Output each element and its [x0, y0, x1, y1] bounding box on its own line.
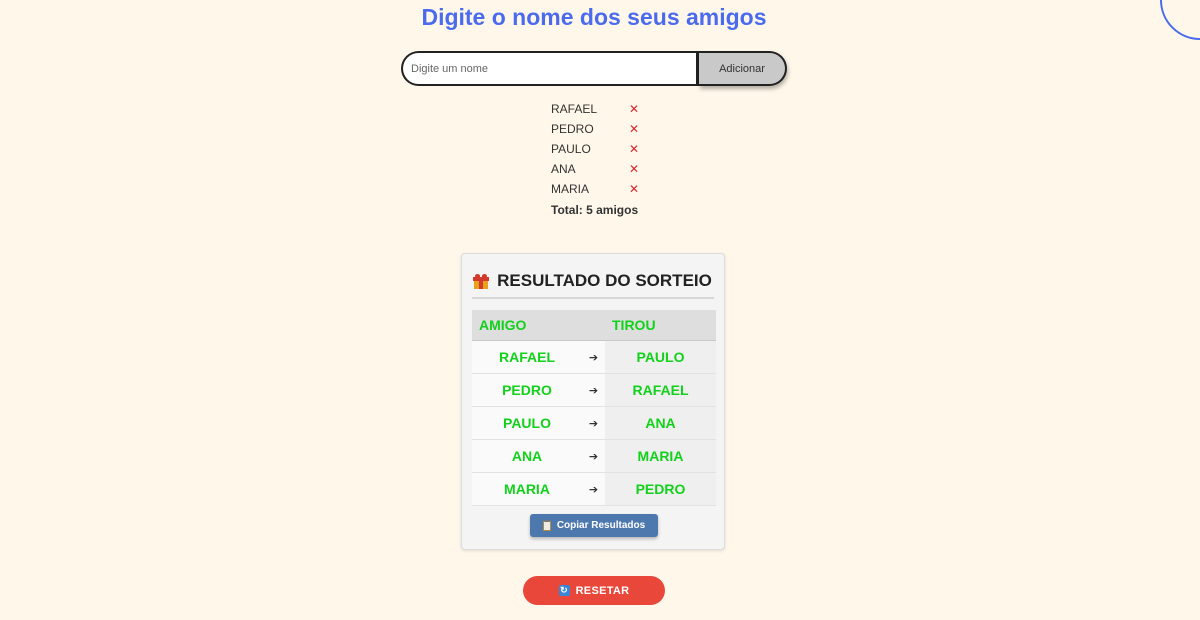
copy-results-button[interactable]: Copiar Resultados [530, 514, 658, 537]
arrow-icon: ➔ [582, 406, 605, 440]
friend-item: PEDRO ✕ [551, 119, 651, 139]
receiver-cell: MARIA [605, 439, 716, 473]
add-button[interactable]: Adicionar [699, 51, 787, 86]
remove-icon[interactable]: ✕ [629, 102, 639, 116]
gift-icon [473, 273, 490, 289]
result-table: AMIGO TIROU RAFAEL ➔ PAULO PEDRO ➔ RAFAE… [472, 310, 716, 506]
arrow-icon: ➔ [582, 472, 605, 506]
result-card: RESULTADO DO SORTEIO AMIGO TIROU RAFAEL … [461, 253, 725, 550]
arrow-icon: ➔ [582, 439, 605, 473]
remove-icon[interactable]: ✕ [629, 122, 639, 136]
arrow-icon: ➔ [582, 373, 605, 407]
friend-name: PEDRO [551, 122, 594, 136]
friend-list: RAFAEL ✕ PEDRO ✕ PAULO ✕ ANA ✕ MARIA ✕ [551, 99, 651, 199]
table-row: RAFAEL ➔ PAULO [472, 340, 716, 374]
arrow-icon: ➔ [582, 340, 605, 374]
table-row: ANA ➔ MARIA [472, 439, 716, 473]
remove-icon[interactable]: ✕ [629, 142, 639, 156]
name-input[interactable] [401, 51, 699, 86]
giver-cell: RAFAEL [472, 340, 582, 374]
page-title: Digite o nome dos seus amigos [421, 4, 767, 30]
remove-icon[interactable]: ✕ [629, 162, 639, 176]
table-row: MARIA ➔ PEDRO [472, 472, 716, 506]
friend-item: ANA ✕ [551, 159, 651, 179]
add-friend-form: Adicionar [401, 51, 787, 86]
table-row: PEDRO ➔ RAFAEL [472, 373, 716, 407]
giver-cell: ANA [472, 439, 582, 473]
friend-name: MARIA [551, 182, 590, 196]
receiver-cell: PEDRO [605, 472, 716, 506]
friend-name: RAFAEL [551, 102, 598, 116]
giver-cell: MARIA [472, 472, 582, 506]
receiver-cell: RAFAEL [605, 373, 716, 407]
clipboard-icon [542, 519, 551, 531]
friend-name: PAULO [551, 142, 591, 156]
reset-button[interactable]: ↻ RESETAR [523, 576, 665, 605]
column-header-amigo: AMIGO [472, 310, 605, 341]
friends-total: Total: 5 amigos [551, 203, 639, 217]
result-title: RESULTADO DO SORTEIO [472, 271, 714, 299]
friend-item: RAFAEL ✕ [551, 99, 651, 119]
remove-icon[interactable]: ✕ [629, 182, 639, 196]
friend-name: ANA [551, 162, 576, 176]
receiver-cell: ANA [605, 406, 716, 440]
table-header-row: AMIGO TIROU [472, 310, 716, 341]
receiver-cell: PAULO [605, 340, 716, 374]
copy-results-label: Copiar Resultados [556, 520, 646, 531]
giver-cell: PAULO [472, 406, 582, 440]
refresh-icon: ↻ [558, 585, 570, 596]
result-title-text: RESULTADO DO SORTEIO [497, 271, 712, 290]
giver-cell: PEDRO [472, 373, 582, 407]
friend-item: PAULO ✕ [551, 139, 651, 159]
column-header-tirou: TIROU [605, 310, 716, 341]
reset-label: RESETAR [575, 584, 630, 597]
table-row: PAULO ➔ ANA [472, 406, 716, 440]
friend-item: MARIA ✕ [551, 179, 651, 199]
